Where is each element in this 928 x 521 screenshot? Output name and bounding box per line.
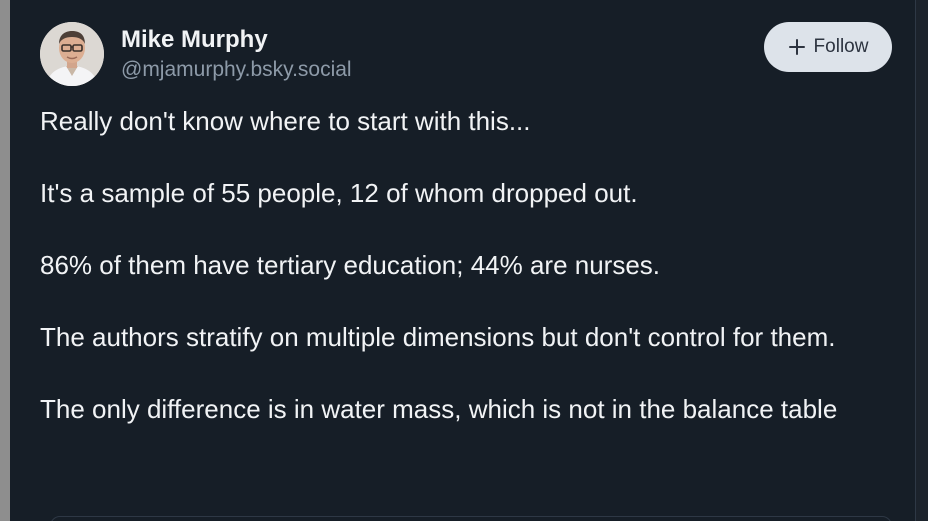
post-paragraph: The only difference is in water mass, wh…	[40, 394, 838, 424]
post-paragraph: 86% of them have tertiary education; 44%…	[40, 250, 661, 280]
author-handle[interactable]: @mjamurphy.bsky.social	[121, 58, 352, 82]
post-paragraph: It's a sample of 55 people, 12 of whom d…	[40, 178, 638, 208]
right-background	[916, 0, 928, 521]
author-display-name[interactable]: Mike Murphy	[121, 26, 268, 54]
embedded-card[interactable]	[50, 516, 892, 521]
avatar-photo-icon	[40, 22, 104, 86]
left-scroll-edge	[0, 0, 10, 521]
post-text: Really don't know where to start with th…	[40, 103, 890, 463]
plus-icon	[788, 38, 806, 56]
post-card: Mike Murphy @mjamurphy.bsky.social Follo…	[10, 0, 916, 521]
follow-button-label: Follow	[813, 36, 869, 57]
post-paragraph: The authors stratify on multiple dimensi…	[40, 322, 836, 352]
post-paragraph: Really don't know where to start with th…	[40, 106, 531, 136]
avatar[interactable]	[40, 22, 104, 86]
follow-button[interactable]: Follow	[764, 22, 892, 72]
